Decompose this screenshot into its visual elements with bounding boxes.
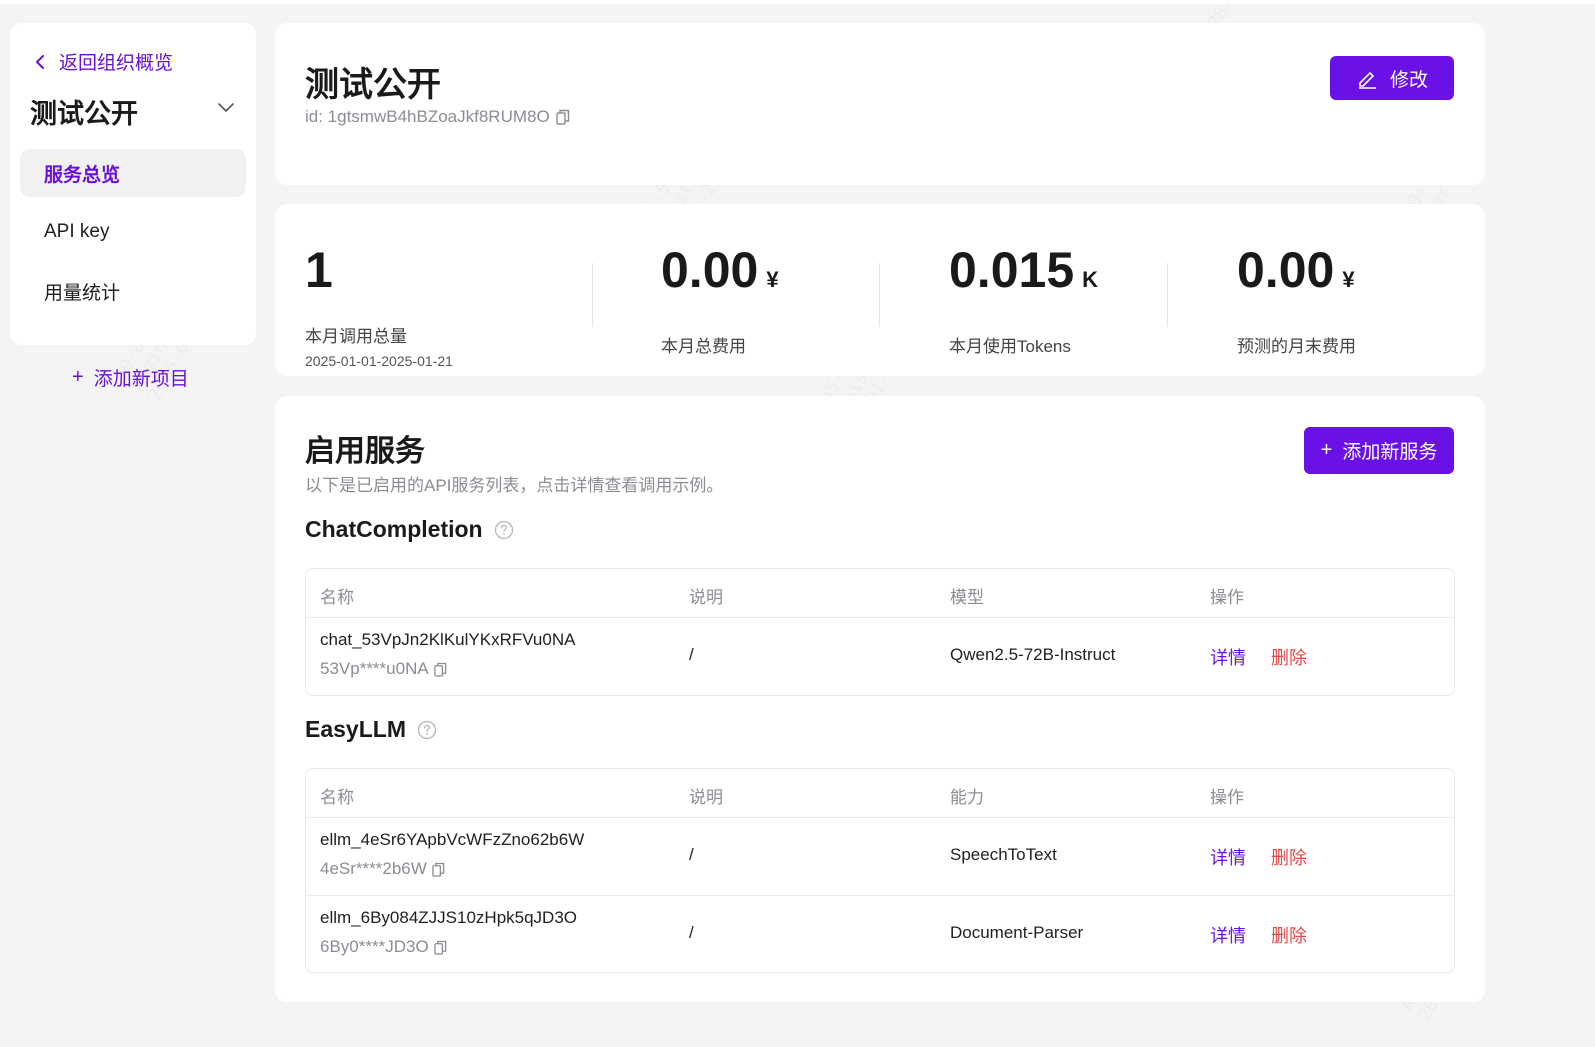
copy-icon[interactable]	[432, 862, 445, 877]
detail-link[interactable]: 详情	[1210, 644, 1246, 670]
column-header: 操作	[1210, 588, 1244, 607]
stat-monthly-cost: 0.00 ¥ 本月总费用	[661, 240, 779, 357]
table-header: 名称 说明 能力 操作	[306, 769, 1454, 818]
services-description: 以下是已启用的API服务列表，点击详情查看调用示例。	[305, 476, 724, 495]
service-key: 53Vp****u0NA	[320, 659, 447, 679]
stat-value: 1	[305, 242, 333, 298]
stat-unit: K	[1082, 267, 1099, 292]
project-header-card: 测试公开 id: 1gtsmwB4hBZoaJkf8RUM8O 修改	[275, 23, 1485, 185]
sidebar-item-overview[interactable]: 服务总览	[20, 149, 246, 197]
column-header: 名称	[320, 588, 354, 607]
service-capability: SpeechToText	[950, 845, 1057, 864]
service-capability: Document-Parser	[950, 923, 1084, 942]
add-service-label: 添加新服务	[1342, 442, 1438, 463]
stats-card: 1 本月调用总量 2025-01-01-2025-01-21 0.00 ¥ 本月总…	[275, 204, 1485, 376]
stat-unit: ¥	[1342, 267, 1355, 292]
chatcompletion-table: 名称 说明 模型 操作 chat_53VpJn2KlKulYKxRFVu0NA …	[305, 568, 1455, 696]
service-description: /	[689, 923, 694, 942]
back-label: 返回组织概览	[59, 53, 174, 74]
service-key: 4eSr****2b6W	[320, 859, 445, 879]
service-name: ellm_4eSr6YApbVcWFzZno62b6W	[320, 830, 585, 849]
divider	[1167, 263, 1168, 327]
stat-monthly-calls: 1 本月调用总量 2025-01-01-2025-01-21	[305, 240, 453, 369]
service-key-text: 53Vp****u0NA	[320, 659, 429, 678]
stat-unit: ¥	[766, 267, 779, 292]
service-key: 6By0****JD3O	[320, 937, 447, 957]
group-title-easyllm: EasyLLM	[305, 716, 437, 743]
column-header: 说明	[689, 788, 723, 807]
stat-label: 本月总费用	[661, 337, 746, 356]
stat-value: 0.00	[661, 242, 759, 298]
table-row: ellm_6By084ZJJS10zHpk5qJD3O 6By0****JD3O…	[306, 895, 1454, 972]
service-key-text: 4eSr****2b6W	[320, 859, 427, 878]
sidebar-item-usage[interactable]: 用量统计	[20, 267, 246, 315]
delete-link[interactable]: 删除	[1271, 922, 1307, 948]
page-title: 测试公开	[305, 66, 441, 104]
stat-value: 0.00	[1237, 242, 1335, 298]
copy-icon[interactable]	[433, 662, 447, 677]
stat-forecast-cost: 0.00 ¥ 预测的月末费用	[1237, 240, 1356, 357]
add-project-label: 添加新项目	[93, 369, 189, 390]
service-model: Qwen2.5-72B-Instruct	[950, 645, 1116, 664]
column-header: 名称	[320, 788, 354, 807]
table-row: chat_53VpJn2KlKulYKxRFVu0NA 53Vp****u0NA…	[306, 618, 1454, 695]
divider	[879, 263, 880, 327]
service-description: /	[689, 845, 694, 864]
services-title: 启用服务	[305, 435, 425, 468]
edit-button[interactable]: 修改	[1330, 56, 1454, 100]
easyllm-table: 名称 说明 能力 操作 ellm_4eSr6YApbVcWFzZno62b6W …	[305, 768, 1455, 973]
chevron-down-icon[interactable]	[216, 101, 236, 115]
project-id-text: id: 1gtsmwB4hBZoaJkf8RUM8O	[305, 107, 550, 126]
column-header: 说明	[689, 588, 723, 607]
group-title-text: EasyLLM	[305, 716, 406, 742]
edit-icon	[1358, 72, 1376, 89]
project-id: id: 1gtsmwB4hBZoaJkf8RUM8O	[305, 107, 570, 127]
back-to-org-link[interactable]: 返回组织概览	[32, 48, 173, 75]
services-card: 启用服务 以下是已启用的API服务列表，点击详情查看调用示例。 + 添加新服务 …	[275, 396, 1485, 1002]
stat-label: 预测的月末费用	[1237, 337, 1356, 356]
help-icon[interactable]	[417, 720, 437, 740]
column-header: 操作	[1210, 788, 1244, 807]
copy-icon[interactable]	[433, 940, 447, 955]
stat-date-range: 2025-01-01-2025-01-21	[305, 353, 453, 369]
service-name: ellm_6By084ZJJS10zHpk5qJD3O	[320, 908, 578, 927]
group-title-chatcompletion: ChatCompletion	[305, 516, 514, 543]
divider	[592, 263, 593, 327]
help-icon[interactable]	[494, 520, 514, 540]
copy-icon[interactable]	[556, 109, 570, 125]
add-service-button[interactable]: + 添加新服务	[1304, 427, 1454, 474]
top-bar	[0, 0, 1595, 4]
sidebar-item-api-key[interactable]: API key	[20, 208, 246, 256]
add-project-button[interactable]: + 添加新项目	[72, 364, 189, 391]
service-name: chat_53VpJn2KlKulYKxRFVu0NA	[320, 630, 576, 649]
stat-label: 本月使用Tokens	[949, 337, 1071, 356]
edit-label: 修改	[1389, 69, 1428, 91]
plus-icon: +	[1320, 439, 1333, 461]
group-title-text: ChatCompletion	[305, 516, 483, 542]
table-header: 名称 说明 模型 操作	[306, 569, 1454, 618]
column-header: 模型	[950, 588, 984, 607]
sidebar: 返回组织概览 测试公开 服务总览 API key 用量统计	[10, 23, 256, 345]
plus-icon: +	[72, 366, 84, 388]
stat-monthly-tokens: 0.015 K 本月使用Tokens	[949, 240, 1098, 357]
service-description: /	[689, 645, 694, 664]
detail-link[interactable]: 详情	[1210, 844, 1246, 870]
detail-link[interactable]: 详情	[1210, 922, 1246, 948]
table-row: ellm_4eSr6YApbVcWFzZno62b6W 4eSr****2b6W…	[306, 818, 1454, 895]
stat-value: 0.015	[949, 242, 1075, 298]
service-key-text: 6By0****JD3O	[320, 937, 429, 956]
stat-label: 本月调用总量	[305, 327, 407, 346]
chevron-left-icon	[36, 54, 44, 69]
column-header: 能力	[950, 788, 984, 807]
delete-link[interactable]: 删除	[1271, 844, 1307, 870]
delete-link[interactable]: 删除	[1271, 644, 1307, 670]
project-selector[interactable]: 测试公开	[30, 92, 138, 131]
